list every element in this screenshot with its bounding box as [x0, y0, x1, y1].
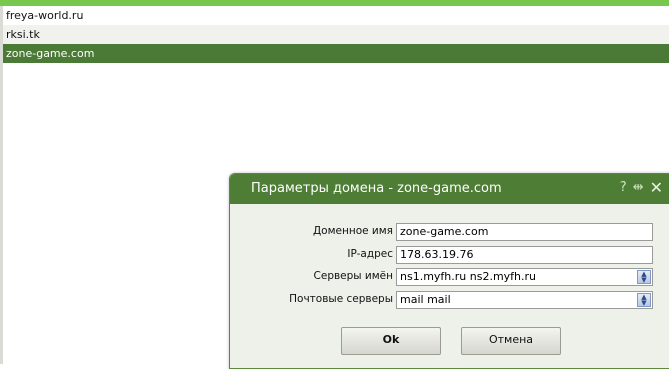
mail-servers-label: Почтовые серверы	[289, 293, 393, 305]
mail-servers-spinner-icon[interactable]: ▲ ▼	[637, 293, 651, 307]
resize-icon[interactable]: ⇹	[633, 180, 644, 196]
mail-servers-row: Почтовые серверы mail mail ▲ ▼	[230, 291, 669, 309]
close-icon[interactable]: ✕	[650, 180, 663, 196]
mail-servers-value: mail mail	[400, 293, 451, 306]
dialog-header[interactable]: Параметры домена - zone-game.com ? ⇹ ✕	[230, 174, 669, 204]
domain-name-row: Доменное имя zone-game.com	[230, 223, 669, 241]
ok-button[interactable]: Ok	[341, 327, 441, 355]
domain-name-label: Доменное имя	[312, 225, 393, 237]
name-servers-value: ns1.myfh.ru ns2.myfh.ru	[400, 270, 537, 283]
domain-name-input[interactable]: zone-game.com	[396, 223, 653, 241]
domain-row-selected[interactable]: zone-game.com	[3, 44, 669, 63]
domain-row[interactable]: rksi.tk	[3, 25, 669, 44]
ip-address-input[interactable]: 178.63.19.76	[396, 246, 653, 264]
name-servers-label: Серверы имён	[313, 270, 393, 282]
domain-settings-dialog: Параметры домена - zone-game.com ? ⇹ ✕ Д…	[229, 173, 669, 369]
name-servers-spinner-icon[interactable]: ▲ ▼	[637, 270, 651, 284]
domain-list: freya-world.ru rksi.tk zone-game.com	[3, 6, 669, 63]
ip-address-label: IP-адрес	[347, 248, 393, 260]
help-icon[interactable]: ?	[620, 180, 627, 196]
domain-row[interactable]: freya-world.ru	[3, 6, 669, 25]
dialog-title: Параметры домена - zone-game.com	[251, 181, 502, 196]
name-servers-select[interactable]: ns1.myfh.ru ns2.myfh.ru ▲ ▼	[396, 268, 653, 286]
ip-address-row: IP-адрес 178.63.19.76	[230, 246, 669, 264]
mail-servers-select[interactable]: mail mail ▲ ▼	[396, 291, 653, 309]
name-servers-row: Серверы имён ns1.myfh.ru ns2.myfh.ru ▲ ▼	[230, 268, 669, 286]
dialog-header-icons: ? ⇹ ✕	[620, 180, 663, 196]
cancel-button[interactable]: Отмена	[461, 327, 561, 355]
